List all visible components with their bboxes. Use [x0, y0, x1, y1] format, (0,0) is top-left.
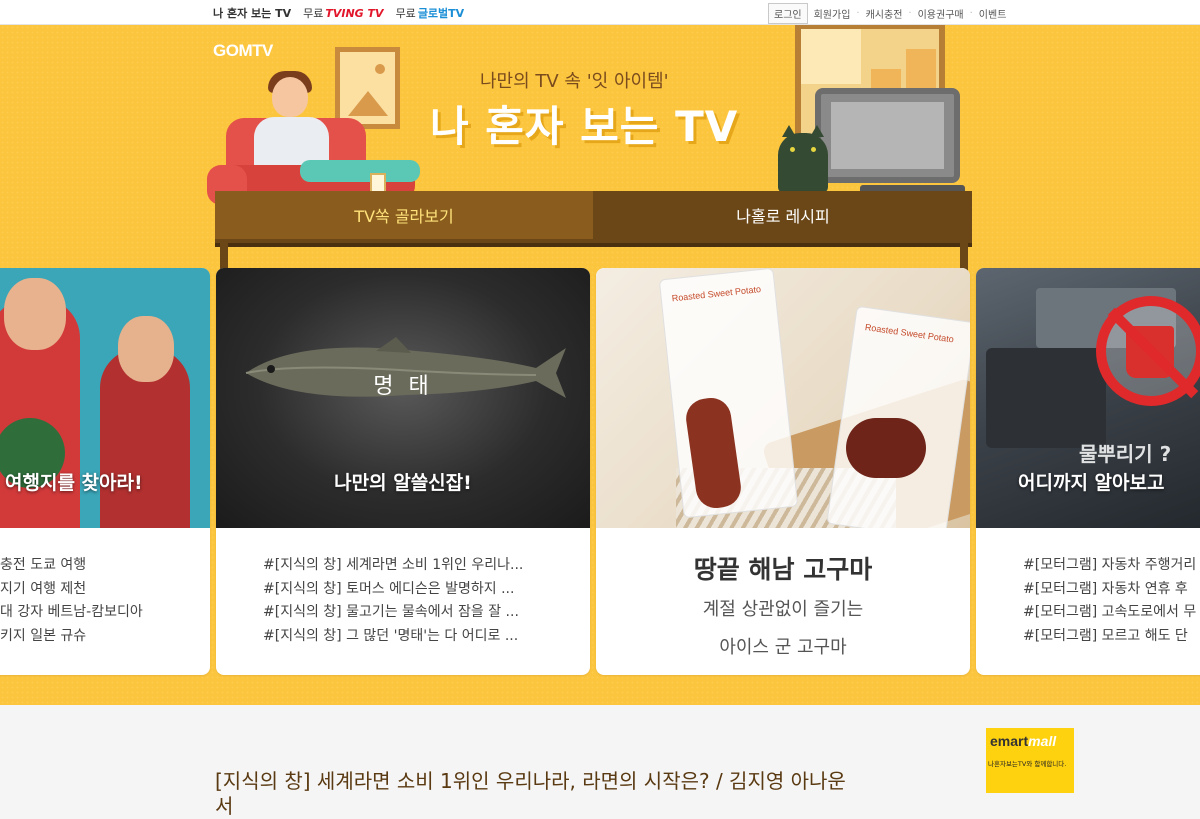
hero-subtitle: 나만의 TV 속 '잇 아이템' — [480, 71, 669, 92]
list-item[interactable]: #[지식의 창] 토머스 에디슨은 발명하지 ... — [263, 578, 590, 602]
gomtv-logo[interactable]: GOMTV — [213, 41, 273, 61]
cash-charge-link[interactable]: 캐시충전 — [866, 6, 903, 21]
account-menu: 로그인 회원가입 · 캐시충전 · 이용권구매 · 이벤트 — [768, 3, 1006, 24]
emart-logo-text: emart — [990, 733, 1029, 749]
card-image: 여행지를 찾아라! — [0, 268, 210, 528]
package-illustration: Roasted Sweet Potato — [826, 305, 970, 528]
login-button[interactable]: 로그인 — [768, 3, 808, 24]
tving-link[interactable]: 무료 TVING TV — [303, 5, 383, 21]
top-bar: 나 혼자 보는 TV 무료 TVING TV 무료 글로벌TV 로그인 회원가입 ·… — [0, 0, 1200, 25]
cup-illustration — [370, 173, 386, 193]
hero-title: 나 혼자 보는 TV — [430, 102, 739, 151]
tab-tv-pick[interactable]: TV쏙 골라보기 — [215, 191, 593, 239]
tving-label: TVING TV — [325, 7, 384, 20]
emart-mall-ad[interactable]: emartmall 나혼자보는TV와 함께합니다. — [986, 728, 1074, 793]
card-knowledge[interactable]: 명 태 나만의 알쓸신잡! #[지식의 창] 세계라면 소비 1위인 우리나..… — [216, 268, 590, 675]
card-sweet-potato[interactable]: Roasted Sweet Potato Roasted Sweet Potat… — [596, 268, 970, 675]
article-section: [지식의 창] 세계라면 소비 1위인 우리나라, 라면의 시작은? / 김지영… — [0, 705, 1200, 818]
top-links: 나 혼자 보는 TV 무료 TVING TV 무료 글로벌TV — [213, 5, 464, 21]
card-caption: 여행지를 찾아라! — [5, 472, 143, 494]
emart-logo-accent: mall — [1028, 733, 1057, 749]
tab-solo-recipe[interactable]: 나홀로 레시피 — [594, 191, 972, 239]
brand-link[interactable]: 나 혼자 보는 TV — [213, 5, 291, 21]
card-list: #[지식의 창] 세계라면 소비 1위인 우리나... #[지식의 창] 토머스… — [216, 554, 590, 648]
card-list: 충전 도쿄 여행 지기 여행 제천 대 강자 베트남-캄보디아 키지 일본 규슈 — [0, 554, 210, 648]
card-image: Roasted Sweet Potato Roasted Sweet Potat… — [596, 268, 970, 528]
list-item[interactable]: #[모터그램] 자동차 주행거리 — [1023, 554, 1200, 578]
separator: · — [856, 8, 860, 19]
list-item[interactable]: 대 강자 베트남-캄보디아 — [0, 601, 210, 625]
card-travel[interactable]: 여행지를 찾아라! 충전 도쿄 여행 지기 여행 제천 대 강자 베트남-캄보디… — [0, 268, 210, 675]
list-item[interactable]: #[지식의 창] 물고기는 물속에서 잠을 잘 ... — [263, 601, 590, 625]
separator: · — [969, 8, 973, 19]
article-title[interactable]: [지식의 창] 세계라면 소비 1위인 우리나라, 라면의 시작은? / 김지영… — [215, 765, 846, 818]
tving-prefix: 무료 — [303, 7, 324, 20]
picture-frame-illustration — [335, 47, 400, 129]
card-caption: 어디까지 알아보고 — [1018, 472, 1165, 494]
card-image: 물뿌리기 ? 어디까지 알아보고 — [976, 268, 1200, 528]
card-list: #[모터그램] 자동차 주행거리 #[모터그램] 자동차 연휴 후 #[모터그램… — [976, 554, 1200, 648]
package-label: Roasted Sweet Potato — [864, 322, 955, 345]
image-title: 명 태 — [373, 374, 433, 399]
hero-banner: GOMTV 나만의 TV 속 '잇 아이템' 나 혼자 보는 TV TV쏙 골라… — [0, 25, 1200, 705]
global-tv-link[interactable]: 무료 글로벌TV — [396, 5, 465, 21]
card-caption: 나만의 알쓸신잡! — [334, 472, 472, 494]
card-subtitle: 계절 상관없이 즐기는 — [702, 599, 864, 620]
person-legs — [300, 160, 420, 182]
list-item[interactable]: #[지식의 창] 세계라면 소비 1위인 우리나... — [263, 554, 590, 578]
list-item[interactable]: #[지식의 창] 그 많던 '명태'는 다 어디로 ... — [263, 625, 590, 649]
card-title: 땅끝 해남 고구마 — [693, 555, 873, 584]
list-item[interactable]: 지기 여행 제천 — [0, 578, 210, 602]
card-motorgram[interactable]: 물뿌리기 ? 어디까지 알아보고 #[모터그램] 자동차 주행거리 #[모터그램… — [976, 268, 1200, 675]
global-label: 글로벌TV — [417, 7, 465, 20]
list-item[interactable]: 키지 일본 규슈 — [0, 625, 210, 649]
article-title-line: 서 — [215, 794, 234, 818]
list-item[interactable]: #[모터그램] 고속도로에서 무 — [1023, 601, 1200, 625]
tab-panel: TV쏙 골라보기 나홀로 레시피 — [215, 191, 972, 243]
list-item[interactable]: 충전 도쿄 여행 — [0, 554, 210, 578]
pass-purchase-link[interactable]: 이용권구매 — [918, 6, 964, 21]
package-label: Roasted Sweet Potato — [671, 284, 762, 304]
separator: · — [908, 8, 912, 19]
signup-link[interactable]: 회원가입 — [814, 6, 851, 21]
card-subtitle: 아이스 군 고구마 — [719, 637, 847, 658]
article-title-line: [지식의 창] 세계라면 소비 1위인 우리나라, 라면의 시작은? / 김지영… — [215, 769, 846, 793]
event-link[interactable]: 이벤트 — [979, 6, 1007, 21]
ad-slogan: 나혼자보는TV와 함께합니다. — [988, 760, 1067, 768]
image-title: 물뿌리기 ? — [1079, 442, 1172, 466]
cat-illustration — [778, 125, 828, 193]
list-item[interactable]: #[모터그램] 모르고 해도 단 — [1023, 625, 1200, 649]
list-item[interactable]: #[모터그램] 자동차 연휴 후 — [1023, 578, 1200, 602]
global-prefix: 무료 — [395, 7, 416, 20]
tv-illustration — [815, 88, 960, 183]
emart-logo: emartmall — [990, 733, 1056, 749]
card-image: 명 태 나만의 알쓸신잡! — [216, 268, 590, 528]
person-head — [272, 77, 308, 117]
